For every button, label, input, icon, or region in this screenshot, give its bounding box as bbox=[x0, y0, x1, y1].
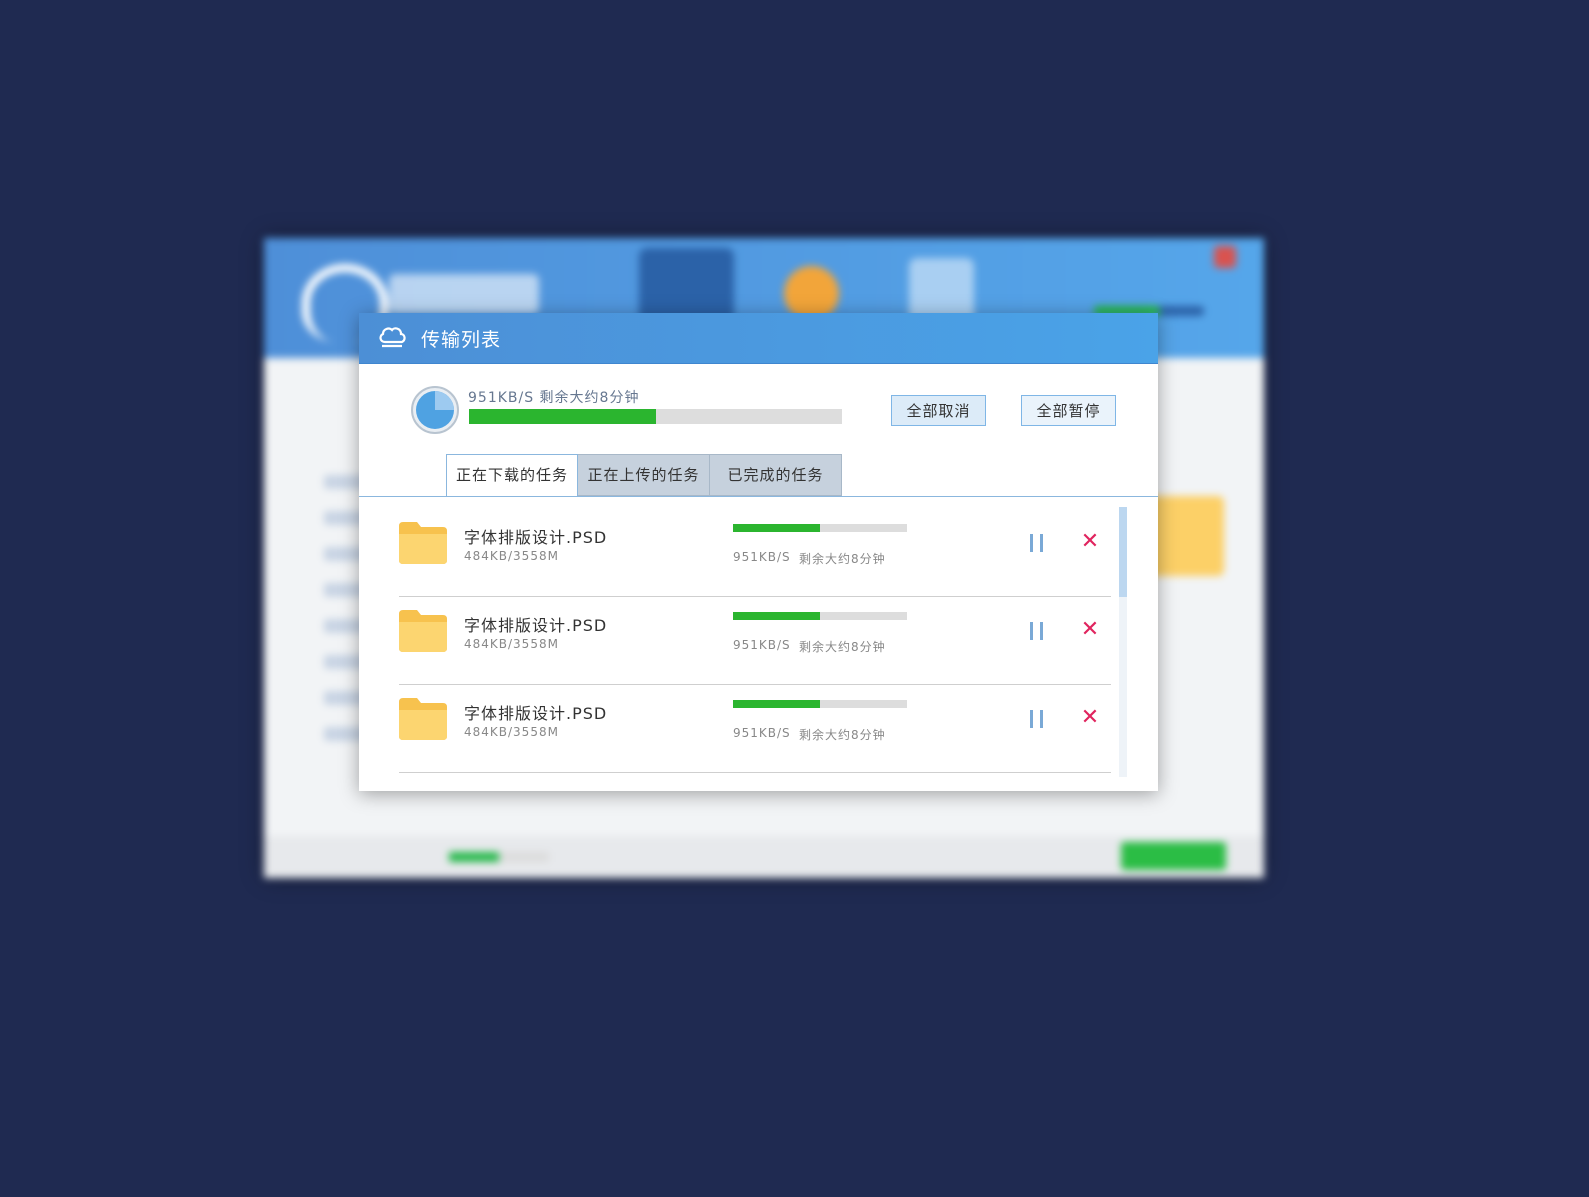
file-name: 字体排版设计.PSD bbox=[464, 528, 608, 547]
cloud-icon bbox=[379, 327, 406, 348]
background-logo bbox=[389, 274, 539, 314]
pause-icon[interactable] bbox=[1029, 534, 1045, 554]
close-icon[interactable]: ✕ bbox=[1079, 705, 1101, 731]
folder-icon bbox=[399, 610, 447, 652]
task-progress-bar bbox=[733, 700, 907, 708]
pie-progress-icon bbox=[411, 386, 459, 434]
close-icon[interactable]: ✕ bbox=[1079, 617, 1101, 643]
transfer-list-dialog: 传输列表 951KB/S 剩余大约8分钟 全部取消 全部暂停 正在下载的任务 正在… bbox=[359, 313, 1158, 791]
task-speed: 951KB/S bbox=[733, 726, 791, 740]
dialog-title: 传输列表 bbox=[421, 328, 502, 351]
task-progress-bar bbox=[733, 524, 907, 532]
tab-uploading[interactable]: 正在上传的任务 bbox=[578, 454, 710, 496]
task-list: 字体排版设计.PSD 484KB/3558M 951KB/S 剩余大约8分钟 ✕… bbox=[399, 509, 1111, 773]
tab-completed[interactable]: 已完成的任务 bbox=[710, 454, 842, 496]
task-speed: 951KB/S bbox=[733, 550, 791, 564]
overall-speed-remaining: 951KB/S 剩余大约8分钟 bbox=[468, 390, 640, 406]
task-list-scrollbar[interactable] bbox=[1119, 507, 1127, 777]
task-progress-fill bbox=[733, 700, 820, 708]
background-close-icon bbox=[1214, 246, 1236, 268]
pause-icon[interactable] bbox=[1029, 622, 1045, 642]
pause-all-button[interactable]: 全部暂停 bbox=[1021, 395, 1116, 426]
tab-downloading[interactable]: 正在下载的任务 bbox=[446, 454, 578, 497]
folder-icon bbox=[399, 522, 447, 564]
dialog-titlebar[interactable]: 传输列表 bbox=[359, 313, 1158, 364]
file-size: 484KB/3558M bbox=[464, 549, 559, 563]
tabs-divider bbox=[359, 496, 1158, 497]
task-remaining-time: 剩余大约8分钟 bbox=[799, 552, 886, 566]
pause-icon[interactable] bbox=[1029, 710, 1045, 730]
task-progress-fill bbox=[733, 612, 820, 620]
close-icon[interactable]: ✕ bbox=[1079, 529, 1101, 555]
overall-progress-bar bbox=[469, 409, 842, 424]
file-size: 484KB/3558M bbox=[464, 725, 559, 739]
task-row: 字体排版设计.PSD 484KB/3558M 951KB/S 剩余大约8分钟 ✕ bbox=[399, 685, 1111, 773]
file-name: 字体排版设计.PSD bbox=[464, 616, 608, 635]
task-progress-fill bbox=[733, 524, 820, 532]
overall-progress: 951KB/S 剩余大约8分钟 bbox=[410, 385, 842, 435]
cancel-all-button[interactable]: 全部取消 bbox=[891, 395, 986, 426]
task-remaining-time: 剩余大约8分钟 bbox=[799, 728, 886, 742]
task-row: 字体排版设计.PSD 484KB/3558M 951KB/S 剩余大约8分钟 ✕ bbox=[399, 509, 1111, 597]
file-size: 484KB/3558M bbox=[464, 637, 559, 651]
task-speed: 951KB/S bbox=[733, 638, 791, 652]
overall-progress-fill bbox=[469, 409, 656, 424]
background-footer bbox=[264, 836, 1264, 878]
task-row: 字体排版设计.PSD 484KB/3558M 951KB/S 剩余大约8分钟 ✕ bbox=[399, 597, 1111, 685]
task-tabs: 正在下载的任务 正在上传的任务 已完成的任务 bbox=[446, 454, 842, 497]
scrollbar-thumb[interactable] bbox=[1119, 507, 1127, 597]
folder-icon bbox=[399, 698, 447, 740]
task-remaining-time: 剩余大约8分钟 bbox=[799, 640, 886, 654]
file-name: 字体排版设计.PSD bbox=[464, 704, 608, 723]
task-progress-bar bbox=[733, 612, 907, 620]
